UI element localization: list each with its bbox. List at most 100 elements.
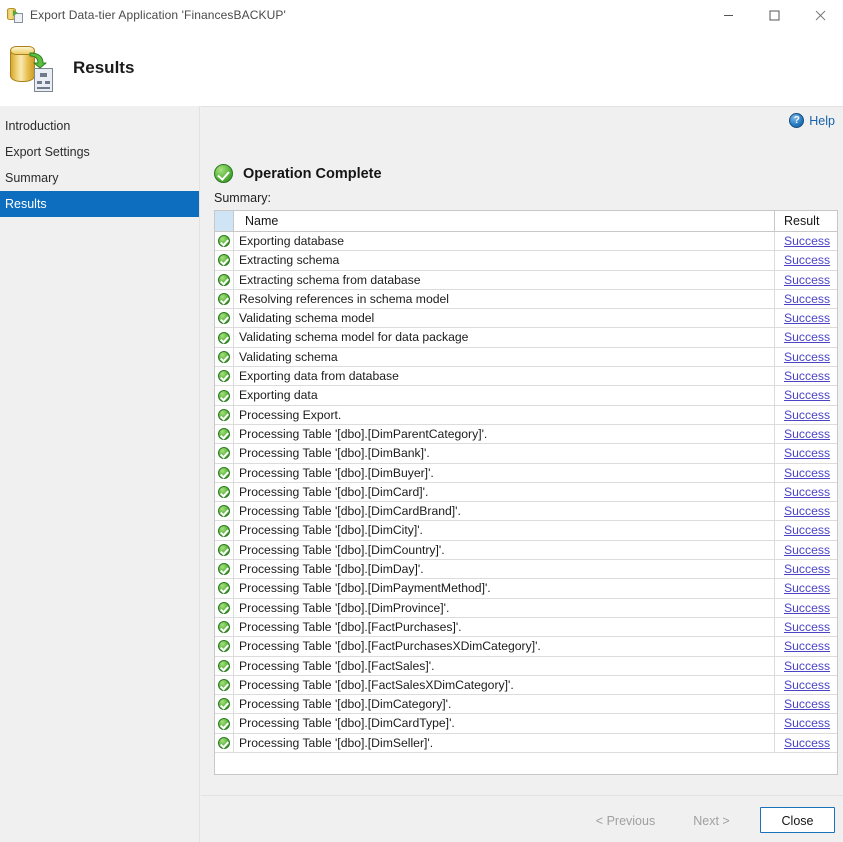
row-name-cell: Processing Table '[dbo].[DimPaymentMetho…: [234, 579, 775, 598]
result-link[interactable]: Success: [784, 504, 830, 518]
result-link[interactable]: Success: [784, 543, 830, 557]
row-status-cell: [215, 733, 234, 753]
help-link[interactable]: ? Help: [789, 113, 835, 128]
result-link[interactable]: Success: [784, 408, 830, 422]
sidebar-item-label: Summary: [5, 171, 59, 185]
row-name-cell: Exporting database: [234, 232, 775, 251]
table-row[interactable]: Processing Table '[dbo].[FactPurchasesXD…: [215, 637, 837, 657]
result-link[interactable]: Success: [784, 620, 830, 634]
wizard-step-sidebar: Introduction Export Settings Summary Res…: [0, 106, 200, 842]
table-row[interactable]: Extracting schema from database Success: [215, 270, 837, 290]
row-status-cell: [215, 502, 234, 521]
result-link[interactable]: Success: [784, 716, 830, 730]
result-link[interactable]: Success: [784, 485, 830, 499]
row-status-cell: [215, 463, 234, 482]
table-row[interactable]: Processing Table '[dbo].[DimBuyer]'. Succ…: [215, 463, 837, 483]
row-status-cell: [215, 367, 234, 386]
row-result-cell: Success: [775, 386, 837, 404]
green-arrow-icon: [29, 52, 47, 69]
result-link[interactable]: Success: [784, 678, 830, 692]
table-row[interactable]: Processing Table '[dbo].[DimParentCatego…: [215, 424, 837, 445]
table-row[interactable]: Processing Table '[dbo].[DimCity]'. Succe…: [215, 521, 837, 541]
sidebar-item-introduction[interactable]: Introduction: [0, 113, 199, 139]
page-title: Results: [73, 58, 135, 77]
table-row[interactable]: Processing Table '[dbo].[FactPurchases]'…: [215, 617, 837, 638]
result-link[interactable]: Success: [784, 659, 830, 673]
sidebar-item-label: Results: [5, 197, 47, 211]
table-row[interactable]: Exporting database Success: [215, 232, 837, 252]
table-row[interactable]: Resolving references in schema model Succ…: [215, 289, 837, 310]
previous-button[interactable]: < Previous: [588, 807, 663, 833]
table-row[interactable]: Processing Table '[dbo].[DimDay]'. Succes…: [215, 560, 837, 580]
result-link[interactable]: Success: [784, 523, 830, 537]
sidebar-item-export-settings[interactable]: Export Settings: [0, 139, 199, 165]
row-result-cell: Success: [775, 444, 837, 462]
table-row[interactable]: Processing Table '[dbo].[DimCard]'. Succe…: [215, 482, 837, 503]
column-header-name[interactable]: Name: [234, 211, 775, 231]
result-link[interactable]: Success: [784, 446, 830, 460]
row-name-cell: Processing Table '[dbo].[DimCategory]'.: [234, 695, 775, 714]
table-row[interactable]: Processing Table '[dbo].[DimCategory]'. S…: [215, 695, 837, 715]
row-result-cell: Success: [775, 521, 837, 539]
result-link[interactable]: Success: [784, 562, 830, 576]
table-row[interactable]: Validating schema Success: [215, 347, 837, 368]
sidebar-item-results[interactable]: Results: [0, 191, 199, 217]
operation-status: Operation Complete: [214, 164, 382, 183]
success-check-icon: [218, 736, 230, 749]
result-link[interactable]: Success: [784, 273, 830, 287]
table-row[interactable]: Processing Table '[dbo].[DimPaymentMetho…: [215, 579, 837, 599]
table-row[interactable]: Validating schema model Success: [215, 309, 837, 329]
table-row[interactable]: Processing Table '[dbo].[DimCardType]'. S…: [215, 714, 837, 734]
success-check-icon: [218, 389, 230, 402]
table-row[interactable]: Validating schema model for data package…: [215, 328, 837, 348]
row-name-cell: Validating schema: [234, 347, 775, 367]
row-result-cell: Success: [775, 618, 837, 636]
row-name-cell: Resolving references in schema model: [234, 289, 775, 309]
result-link[interactable]: Success: [784, 601, 830, 615]
table-row[interactable]: Processing Table '[dbo].[FactSales]'. Suc…: [215, 656, 837, 676]
close-icon[interactable]: [797, 0, 843, 30]
table-row[interactable]: Processing Export. Success: [215, 405, 837, 425]
result-link[interactable]: Success: [784, 639, 830, 653]
result-link[interactable]: Success: [784, 234, 830, 248]
row-name-cell: Validating schema model: [234, 309, 775, 328]
result-link[interactable]: Success: [784, 350, 830, 364]
table-row[interactable]: Processing Table '[dbo].[DimProvince]'. S…: [215, 598, 837, 618]
table-row[interactable]: Processing Table '[dbo].[DimCardBrand]'.…: [215, 502, 837, 522]
results-grid[interactable]: Name Result Exporting database Success Ext…: [214, 210, 838, 775]
row-status-cell: [215, 424, 234, 444]
maximize-icon[interactable]: [751, 0, 797, 30]
result-link[interactable]: Success: [784, 427, 830, 441]
next-button[interactable]: Next >: [674, 807, 749, 833]
table-row[interactable]: Processing Table '[dbo].[FactSalesXDimCa…: [215, 675, 837, 696]
column-header-result[interactable]: Result: [775, 211, 837, 231]
result-link[interactable]: Success: [784, 292, 830, 306]
result-link[interactable]: Success: [784, 253, 830, 267]
table-row[interactable]: Processing Table '[dbo].[DimCountry]'. Su…: [215, 540, 837, 561]
result-link[interactable]: Success: [784, 311, 830, 325]
result-link[interactable]: Success: [784, 466, 830, 480]
row-status-cell: [215, 251, 234, 270]
close-button[interactable]: Close: [760, 807, 835, 833]
result-link[interactable]: Success: [784, 697, 830, 711]
result-link[interactable]: Success: [784, 369, 830, 383]
table-row[interactable]: Extracting schema Success: [215, 251, 837, 271]
result-link[interactable]: Success: [784, 330, 830, 344]
row-result-cell: Success: [775, 328, 837, 346]
result-link[interactable]: Success: [784, 736, 830, 750]
table-row[interactable]: Exporting data from database Success: [215, 367, 837, 387]
table-row[interactable]: Exporting data Success: [215, 386, 837, 406]
row-status-cell: [215, 444, 234, 463]
result-link[interactable]: Success: [784, 388, 830, 402]
success-check-icon: [218, 543, 230, 556]
row-result-cell: Success: [775, 695, 837, 713]
success-check-icon: [218, 273, 230, 286]
success-check-icon: [218, 447, 230, 460]
table-row[interactable]: Processing Table '[dbo].[DimBank]'. Succe…: [215, 444, 837, 464]
sidebar-item-summary[interactable]: Summary: [0, 165, 199, 191]
minimize-icon[interactable]: [705, 0, 751, 30]
row-result-cell: Success: [775, 464, 837, 482]
export-dac-wizard-window: Export Data-tier Application 'FinancesBA…: [0, 0, 843, 842]
table-row[interactable]: Processing Table '[dbo].[DimSeller]'. Suc…: [215, 733, 837, 754]
result-link[interactable]: Success: [784, 581, 830, 595]
